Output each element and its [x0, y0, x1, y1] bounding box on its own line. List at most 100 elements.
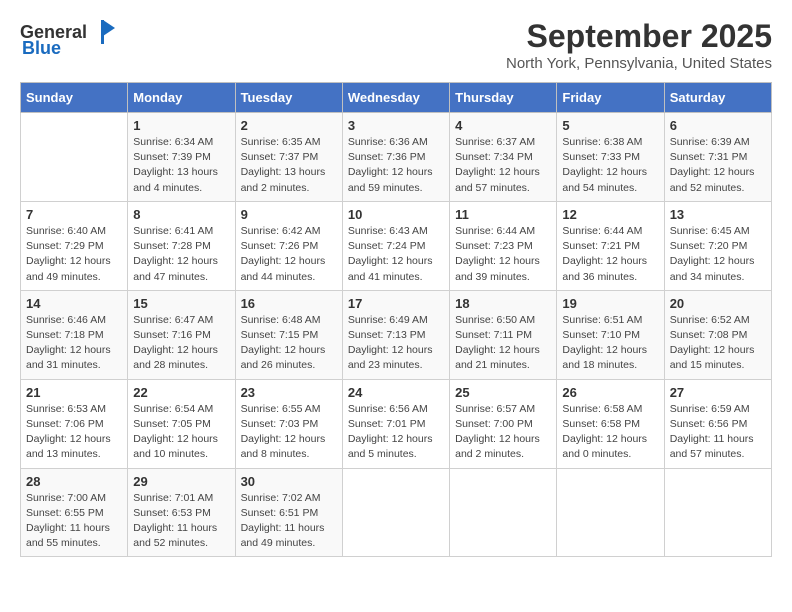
- column-header-thursday: Thursday: [450, 83, 557, 113]
- calendar-cell: [557, 468, 664, 557]
- day-number: 12: [562, 207, 658, 222]
- day-number: 8: [133, 207, 229, 222]
- calendar-cell: [342, 468, 449, 557]
- column-header-monday: Monday: [128, 83, 235, 113]
- day-info: Sunrise: 6:49 AM Sunset: 7:13 PM Dayligh…: [348, 313, 444, 374]
- day-number: 9: [241, 207, 337, 222]
- calendar-cell: 11 Sunrise: 6:44 AM Sunset: 7:23 PM Dayli…: [450, 201, 557, 290]
- day-info: Sunrise: 6:47 AM Sunset: 7:16 PM Dayligh…: [133, 313, 229, 374]
- day-info: Sunrise: 6:46 AM Sunset: 7:18 PM Dayligh…: [26, 313, 122, 374]
- calendar-cell: 17 Sunrise: 6:49 AM Sunset: 7:13 PM Dayli…: [342, 290, 449, 379]
- week-row: 28 Sunrise: 7:00 AM Sunset: 6:55 PM Dayli…: [21, 468, 772, 557]
- day-info: Sunrise: 6:50 AM Sunset: 7:11 PM Dayligh…: [455, 313, 551, 374]
- day-number: 16: [241, 296, 337, 311]
- logo-flag-icon: [89, 18, 117, 46]
- day-number: 2: [241, 118, 337, 133]
- day-number: 11: [455, 207, 551, 222]
- day-number: 14: [26, 296, 122, 311]
- day-number: 23: [241, 385, 337, 400]
- calendar-cell: 26 Sunrise: 6:58 AM Sunset: 6:58 PM Dayli…: [557, 379, 664, 468]
- day-number: 26: [562, 385, 658, 400]
- day-info: Sunrise: 6:36 AM Sunset: 7:36 PM Dayligh…: [348, 135, 444, 196]
- logo: General Blue: [20, 18, 117, 59]
- day-info: Sunrise: 6:57 AM Sunset: 7:00 PM Dayligh…: [455, 402, 551, 463]
- day-number: 17: [348, 296, 444, 311]
- day-number: 21: [26, 385, 122, 400]
- day-number: 5: [562, 118, 658, 133]
- day-info: Sunrise: 7:02 AM Sunset: 6:51 PM Dayligh…: [241, 491, 337, 552]
- week-row: 14 Sunrise: 6:46 AM Sunset: 7:18 PM Dayli…: [21, 290, 772, 379]
- week-row: 1 Sunrise: 6:34 AM Sunset: 7:39 PM Daylig…: [21, 113, 772, 202]
- day-info: Sunrise: 6:41 AM Sunset: 7:28 PM Dayligh…: [133, 224, 229, 285]
- day-info: Sunrise: 6:43 AM Sunset: 7:24 PM Dayligh…: [348, 224, 444, 285]
- day-number: 18: [455, 296, 551, 311]
- day-info: Sunrise: 6:59 AM Sunset: 6:56 PM Dayligh…: [670, 402, 766, 463]
- calendar-cell: 4 Sunrise: 6:37 AM Sunset: 7:34 PM Daylig…: [450, 113, 557, 202]
- calendar-cell: 12Sunrise: 6:44 AM Sunset: 7:21 PM Dayli…: [557, 201, 664, 290]
- calendar-cell: 22 Sunrise: 6:54 AM Sunset: 7:05 PM Dayli…: [128, 379, 235, 468]
- calendar-cell: 13Sunrise: 6:45 AM Sunset: 7:20 PM Dayli…: [664, 201, 771, 290]
- day-info: Sunrise: 6:44 AM Sunset: 7:23 PM Dayligh…: [455, 224, 551, 285]
- column-header-wednesday: Wednesday: [342, 83, 449, 113]
- title-area: September 2025 North York, Pennsylvania,…: [506, 18, 772, 72]
- day-number: 4: [455, 118, 551, 133]
- day-info: Sunrise: 6:38 AM Sunset: 7:33 PM Dayligh…: [562, 135, 658, 196]
- column-header-sunday: Sunday: [21, 83, 128, 113]
- calendar-table: SundayMondayTuesdayWednesdayThursdayFrid…: [20, 82, 772, 557]
- day-info: Sunrise: 7:01 AM Sunset: 6:53 PM Dayligh…: [133, 491, 229, 552]
- calendar-cell: [21, 113, 128, 202]
- day-info: Sunrise: 6:55 AM Sunset: 7:03 PM Dayligh…: [241, 402, 337, 463]
- calendar-cell: 14 Sunrise: 6:46 AM Sunset: 7:18 PM Dayli…: [21, 290, 128, 379]
- calendar-cell: 15 Sunrise: 6:47 AM Sunset: 7:16 PM Dayli…: [128, 290, 235, 379]
- day-info: Sunrise: 6:40 AM Sunset: 7:29 PM Dayligh…: [26, 224, 122, 285]
- week-row: 21 Sunrise: 6:53 AM Sunset: 7:06 PM Dayli…: [21, 379, 772, 468]
- day-info: Sunrise: 6:34 AM Sunset: 7:39 PM Dayligh…: [133, 135, 229, 196]
- day-number: 30: [241, 474, 337, 489]
- calendar-cell: 7 Sunrise: 6:40 AM Sunset: 7:29 PM Daylig…: [21, 201, 128, 290]
- day-info: Sunrise: 6:35 AM Sunset: 7:37 PM Dayligh…: [241, 135, 337, 196]
- day-info: Sunrise: 6:45 AM Sunset: 7:20 PM Dayligh…: [670, 224, 766, 285]
- calendar-cell: 19 Sunrise: 6:51 AM Sunset: 7:10 PM Dayli…: [557, 290, 664, 379]
- day-info: Sunrise: 6:54 AM Sunset: 7:05 PM Dayligh…: [133, 402, 229, 463]
- day-info: Sunrise: 7:00 AM Sunset: 6:55 PM Dayligh…: [26, 491, 122, 552]
- calendar-cell: 5 Sunrise: 6:38 AM Sunset: 7:33 PM Daylig…: [557, 113, 664, 202]
- calendar-cell: 30 Sunrise: 7:02 AM Sunset: 6:51 PM Dayli…: [235, 468, 342, 557]
- day-number: 29: [133, 474, 229, 489]
- calendar-cell: 9Sunrise: 6:42 AM Sunset: 7:26 PM Daylig…: [235, 201, 342, 290]
- day-number: 19: [562, 296, 658, 311]
- day-number: 1: [133, 118, 229, 133]
- day-number: 28: [26, 474, 122, 489]
- day-number: 22: [133, 385, 229, 400]
- column-header-friday: Friday: [557, 83, 664, 113]
- day-number: 24: [348, 385, 444, 400]
- calendar-cell: 8 Sunrise: 6:41 AM Sunset: 7:28 PM Daylig…: [128, 201, 235, 290]
- header-row: SundayMondayTuesdayWednesdayThursdayFrid…: [21, 83, 772, 113]
- month-title: September 2025: [506, 18, 772, 55]
- calendar-cell: 23 Sunrise: 6:55 AM Sunset: 7:03 PM Dayli…: [235, 379, 342, 468]
- day-info: Sunrise: 6:51 AM Sunset: 7:10 PM Dayligh…: [562, 313, 658, 374]
- calendar-cell: 25Sunrise: 6:57 AM Sunset: 7:00 PM Dayli…: [450, 379, 557, 468]
- day-info: Sunrise: 6:37 AM Sunset: 7:34 PM Dayligh…: [455, 135, 551, 196]
- day-info: Sunrise: 6:39 AM Sunset: 7:31 PM Dayligh…: [670, 135, 766, 196]
- calendar-cell: 28 Sunrise: 7:00 AM Sunset: 6:55 PM Dayli…: [21, 468, 128, 557]
- header: General Blue September 2025 North York, …: [20, 18, 772, 72]
- day-number: 7: [26, 207, 122, 222]
- day-info: Sunrise: 6:53 AM Sunset: 7:06 PM Dayligh…: [26, 402, 122, 463]
- day-number: 3: [348, 118, 444, 133]
- calendar-cell: 1 Sunrise: 6:34 AM Sunset: 7:39 PM Daylig…: [128, 113, 235, 202]
- week-row: 7 Sunrise: 6:40 AM Sunset: 7:29 PM Daylig…: [21, 201, 772, 290]
- day-number: 6: [670, 118, 766, 133]
- calendar-cell: 29 Sunrise: 7:01 AM Sunset: 6:53 PM Dayli…: [128, 468, 235, 557]
- calendar-cell: 16Sunrise: 6:48 AM Sunset: 7:15 PM Dayli…: [235, 290, 342, 379]
- location-subtitle: North York, Pennsylvania, United States: [506, 55, 772, 72]
- calendar-cell: 18 Sunrise: 6:50 AM Sunset: 7:11 PM Dayli…: [450, 290, 557, 379]
- calendar-cell: 20Sunrise: 6:52 AM Sunset: 7:08 PM Dayli…: [664, 290, 771, 379]
- calendar-cell: 24Sunrise: 6:56 AM Sunset: 7:01 PM Dayli…: [342, 379, 449, 468]
- day-info: Sunrise: 6:58 AM Sunset: 6:58 PM Dayligh…: [562, 402, 658, 463]
- day-number: 20: [670, 296, 766, 311]
- day-number: 15: [133, 296, 229, 311]
- calendar-cell: 2 Sunrise: 6:35 AM Sunset: 7:37 PM Daylig…: [235, 113, 342, 202]
- day-number: 10: [348, 207, 444, 222]
- logo-blue: Blue: [22, 38, 61, 59]
- calendar-cell: 6 Sunrise: 6:39 AM Sunset: 7:31 PM Daylig…: [664, 113, 771, 202]
